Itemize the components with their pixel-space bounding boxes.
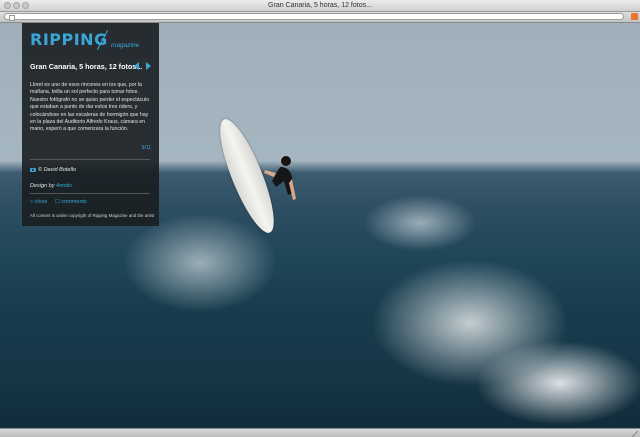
page-counter: 9/11	[141, 145, 151, 151]
divider	[30, 193, 150, 194]
address-bar[interactable]	[4, 13, 624, 21]
close-link[interactable]: » close	[30, 199, 47, 205]
design-link[interactable]: 4motic	[56, 183, 72, 189]
previous-arrow-icon[interactable]	[134, 62, 139, 70]
resize-grip-icon[interactable]	[632, 431, 638, 437]
logo-subtitle: magazine	[111, 42, 140, 49]
info-panel: RIPPING magazine Gran Canaria, 5 horas, …	[22, 23, 159, 226]
photo-credit-text: © David Botello	[38, 167, 76, 173]
copyright-notice: All content is under copyright of Rippin…	[30, 213, 155, 218]
gallery-title: Gran Canaria, 5 horas, 12 fotos...	[30, 62, 143, 71]
design-prefix: Design by	[30, 183, 56, 189]
page-icon	[9, 15, 15, 21]
camera-icon	[30, 167, 36, 172]
status-bar	[0, 428, 640, 437]
title-bar: Gran Canaria, 5 horas, 12 fotos...	[0, 0, 640, 12]
design-credit: Design by 4motic	[30, 183, 72, 189]
next-arrow-icon[interactable]	[146, 62, 151, 70]
divider	[30, 159, 150, 160]
browser-window: Gran Canaria, 5 horas, 12 fotos... RIPPI…	[0, 0, 640, 437]
comments-link[interactable]: ☐ comments	[55, 199, 87, 205]
surfer-photo-element	[264, 156, 296, 200]
browser-toolbar	[0, 12, 640, 23]
magazine-logo: RIPPING	[30, 30, 108, 49]
photo-credit: © David Botello	[30, 167, 76, 173]
window-title: Gran Canaria, 5 horas, 12 fotos...	[268, 2, 372, 9]
photo-description: Lloret es uno de esos rincones en los qu…	[30, 82, 150, 133]
panel-links: » close ☐ comments	[30, 199, 93, 205]
rss-icon[interactable]	[631, 13, 638, 20]
